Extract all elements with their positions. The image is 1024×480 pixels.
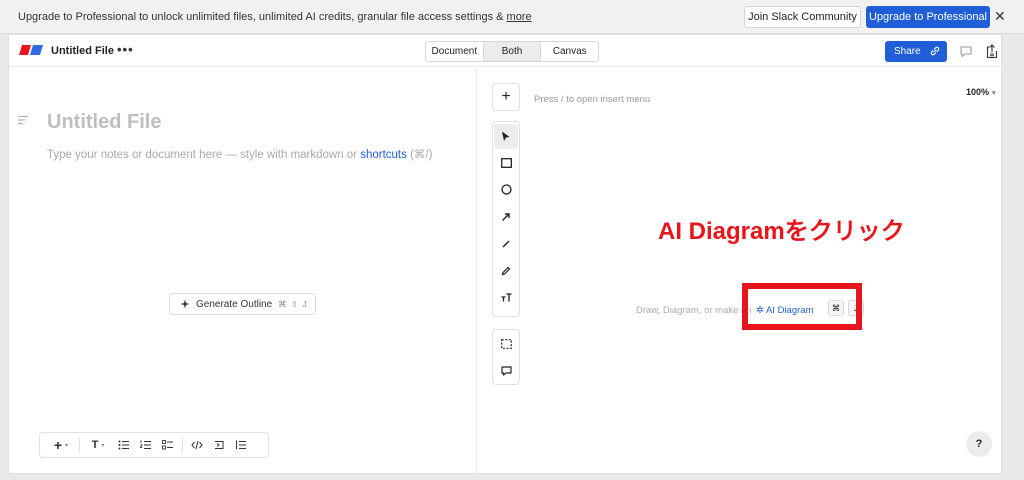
arrow-tool[interactable] xyxy=(493,203,519,230)
insert-block-button[interactable]: + ▾ xyxy=(46,435,76,455)
numbered-list-button[interactable] xyxy=(135,435,157,455)
export-icon[interactable] xyxy=(985,44,999,59)
chevron-down-icon: ▾ xyxy=(992,90,996,97)
checklist-button[interactable] xyxy=(157,435,179,455)
bullet-list-icon xyxy=(118,440,129,450)
more-options-icon[interactable]: ••• xyxy=(117,42,134,57)
plus-icon: + xyxy=(53,437,63,453)
chevron-down-icon: ▾ xyxy=(65,442,69,449)
circle-icon xyxy=(500,184,512,195)
select-tool[interactable] xyxy=(494,124,518,149)
text-tool[interactable] xyxy=(493,284,519,311)
zoom-select[interactable]: 100% ▾ xyxy=(966,87,996,97)
quote-icon xyxy=(236,440,246,450)
generate-outline-button[interactable]: Generate Outline ⌘ ⇧ J xyxy=(169,293,316,315)
comment-icon[interactable] xyxy=(959,45,973,58)
add-shape-button[interactable]: + xyxy=(492,83,520,111)
numbered-list-icon xyxy=(140,440,151,449)
drawing-tools xyxy=(492,121,520,317)
embed-icon xyxy=(215,441,224,449)
pen-tool[interactable] xyxy=(493,257,519,284)
rectangle-icon xyxy=(500,157,512,168)
insert-hint: Press / to open insert menu xyxy=(534,94,651,105)
banner-more-link[interactable]: more xyxy=(507,11,532,23)
join-slack-button[interactable]: Join Slack Community xyxy=(744,6,861,28)
share-button[interactable]: Share xyxy=(885,41,947,62)
toolbar-divider xyxy=(79,438,80,452)
embed-button[interactable] xyxy=(208,435,230,455)
ellipse-tool[interactable] xyxy=(493,176,519,203)
shortcuts-link[interactable]: shortcuts xyxy=(360,149,407,161)
toolbar-divider xyxy=(182,438,183,452)
bullet-list-button[interactable] xyxy=(113,435,135,455)
tab-both[interactable]: Both xyxy=(482,42,541,61)
sparkle-icon xyxy=(180,299,190,309)
cursor-icon xyxy=(502,131,510,141)
tab-document[interactable]: Document xyxy=(426,42,483,61)
help-button[interactable]: ? xyxy=(966,431,992,457)
view-mode-tabs: Document Both Canvas xyxy=(425,41,599,62)
code-icon xyxy=(191,440,203,450)
file-title[interactable]: Untitled File xyxy=(51,45,114,57)
link-icon[interactable] xyxy=(929,45,941,57)
checklist-icon xyxy=(162,440,173,450)
chevron-down-icon: ▾ xyxy=(101,442,105,449)
share-label: Share xyxy=(894,46,921,57)
document-title-input[interactable]: Untitled File xyxy=(47,111,161,134)
code-button[interactable] xyxy=(186,435,208,455)
line-icon xyxy=(502,240,510,247)
generate-outline-shortcut: ⌘ ⇧ J xyxy=(278,298,308,309)
text-style-button[interactable]: T ▾ xyxy=(83,435,113,455)
tab-canvas[interactable]: Canvas xyxy=(540,42,598,61)
app-window: Untitled File ••• Document Both Canvas S… xyxy=(8,34,1003,475)
frame-tool[interactable] xyxy=(493,330,519,357)
zoom-level: 100% xyxy=(966,87,990,97)
generate-outline-label: Generate Outline xyxy=(196,298,273,310)
pencil-icon xyxy=(501,266,511,275)
document-body-input[interactable]: Type your notes or document here — style… xyxy=(47,147,432,161)
upgrade-banner: Upgrade to Professional to unlock unlimi… xyxy=(0,0,1024,34)
logo-icon[interactable] xyxy=(19,45,43,55)
arrow-icon xyxy=(502,212,510,221)
canvas-pane[interactable]: + Press / to open insert menu 100% ▾ AI D… xyxy=(478,67,1003,475)
marquee-icon xyxy=(500,338,512,349)
rectangle-tool[interactable] xyxy=(493,149,519,176)
comment-icon xyxy=(500,365,512,376)
line-tool[interactable] xyxy=(493,230,519,257)
text-style-icon: T xyxy=(91,439,99,451)
outline-icon[interactable] xyxy=(17,115,29,125)
highlight-box xyxy=(742,283,862,330)
quote-button[interactable] xyxy=(230,435,252,455)
comment-tool[interactable] xyxy=(493,357,519,384)
format-toolbar: + ▾ T ▾ xyxy=(39,432,269,458)
text-size-icon xyxy=(501,293,511,302)
close-icon[interactable]: ✕ xyxy=(994,8,1006,25)
selection-tools xyxy=(492,329,520,385)
file-header: Untitled File ••• Document Both Canvas S… xyxy=(9,35,1003,67)
annotation-callout: AI Diagramをクリック xyxy=(658,218,905,245)
upgrade-button[interactable]: Upgrade to Professional xyxy=(866,6,990,28)
document-pane: Untitled File Type your notes or documen… xyxy=(9,67,477,475)
canvas-empty-hint: Draw, Diagram, or make an xyxy=(636,305,752,316)
banner-message: Upgrade to Professional to unlock unlimi… xyxy=(18,11,532,23)
